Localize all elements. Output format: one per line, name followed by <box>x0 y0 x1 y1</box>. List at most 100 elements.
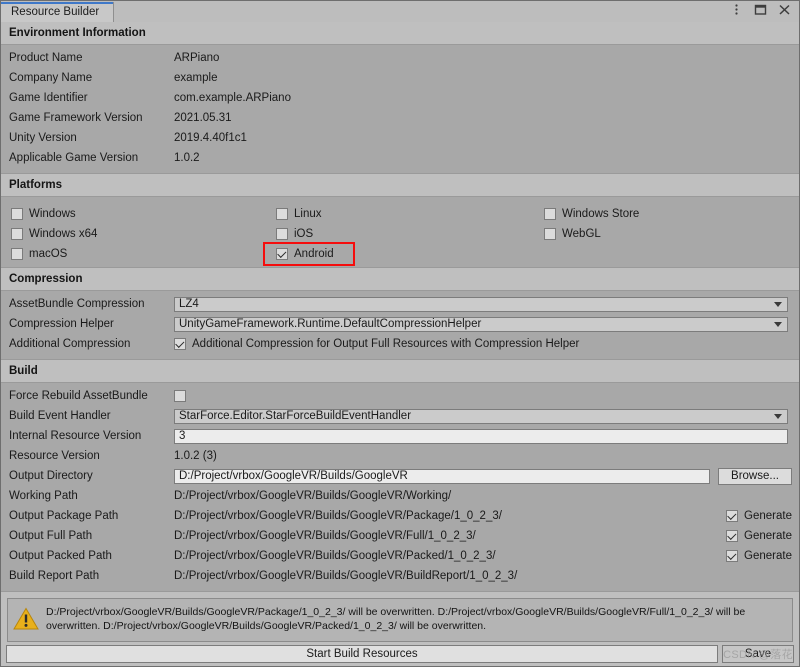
platform-checkbox-box[interactable] <box>11 248 23 260</box>
more-menu-icon[interactable] <box>730 3 743 16</box>
build-path-value: D:/Project/vrbox/GoogleVR/Builds/GoogleV… <box>174 570 518 582</box>
platform-checkbox-box[interactable] <box>11 208 23 220</box>
generate-checkbox[interactable] <box>726 550 739 562</box>
platform-checkbox-box[interactable] <box>544 208 556 220</box>
generate-checkbox[interactable] <box>726 530 739 542</box>
internal-resource-version-label: Internal Resource Version <box>9 430 142 442</box>
additional-compression-label: Additional Compression <box>9 338 131 350</box>
build-path-row: Build Report Path D:/Project/vrbox/Google… <box>1 566 799 586</box>
platforms-grid: Windows Windows x64 macOS Linux iOS Android Wi… <box>1 200 799 266</box>
build-section-body: Force Rebuild AssetBundle Build Event Ha… <box>1 382 799 592</box>
browse-button-label: Browse... <box>731 470 779 482</box>
environment-row: Company Name example <box>1 68 799 88</box>
output-directory-row: Output Directory D:/Project/vrbox/Google… <box>1 466 799 486</box>
build-path-label: Output Package Path <box>9 510 119 522</box>
environment-row-label: Game Framework Version <box>9 112 143 124</box>
platform-checkbox-windows-store[interactable]: Windows Store <box>544 205 639 223</box>
platform-checkbox-box[interactable] <box>544 228 556 240</box>
build-path-row: Working Path D:/Project/vrbox/GoogleVR/Bu… <box>1 486 799 506</box>
platform-label: Windows <box>29 208 76 220</box>
warning-triangle-icon <box>13 607 39 630</box>
platform-label: Android <box>294 248 334 260</box>
generate-checkbox[interactable] <box>726 510 739 522</box>
compression-helper-row: Compression Helper UnityGameFramework.Ru… <box>1 314 799 334</box>
compression-section-title: Compression <box>1 268 799 290</box>
platform-checkbox-linux[interactable]: Linux <box>276 205 322 223</box>
warning-box: D:/Project/vrbox/GoogleVR/Builds/GoogleV… <box>7 598 793 642</box>
environment-row-label: Unity Version <box>9 132 77 144</box>
build-path-label: Output Packed Path <box>9 550 112 562</box>
platform-checkbox-macos[interactable]: macOS <box>11 245 67 263</box>
resource-version-value: 1.0.2 (3) <box>174 450 217 462</box>
browse-button[interactable]: Browse... <box>718 467 792 485</box>
footer-bar: Start Build Resources Save CSDN @落花 <box>1 642 799 666</box>
additional-compression-row: Additional Compression Additional Compre… <box>1 334 799 354</box>
build-event-handler-dropdown[interactable]: StarForce.Editor.StarForceBuildEventHand… <box>174 408 788 424</box>
platform-checkbox-windows-x64[interactable]: Windows x64 <box>11 225 97 243</box>
build-path-label: Output Full Path <box>9 530 93 542</box>
platform-label: Linux <box>294 208 322 220</box>
build-event-handler-row: Build Event Handler StarForce.Editor.Sta… <box>1 406 799 426</box>
build-path-row: Output Full Path D:/Project/vrbox/GoogleV… <box>1 526 799 546</box>
environment-row: Product Name ARPiano <box>1 48 799 68</box>
assetbundle-compression-dropdown[interactable]: LZ4 <box>174 296 788 312</box>
environment-row-value: example <box>174 72 218 84</box>
start-build-resources-button[interactable]: Start Build Resources <box>6 645 718 663</box>
environment-row: Game Identifier com.example.ARPiano <box>1 88 799 108</box>
save-button[interactable]: Save CSDN @落花 <box>722 645 794 663</box>
additional-compression-toggle[interactable]: Additional Compression for Output Full R… <box>174 338 579 350</box>
environment-row: Applicable Game Version 1.0.2 <box>1 148 799 168</box>
generate-toggle[interactable]: Generate <box>726 550 792 562</box>
environment-row-value: 2019.4.40f1c1 <box>174 132 247 144</box>
platform-checkbox-android[interactable]: Android <box>276 245 334 263</box>
resource-version-label: Resource Version <box>9 450 100 462</box>
build-path-value: D:/Project/vrbox/GoogleVR/Builds/GoogleV… <box>174 510 502 522</box>
platforms-section-title: Platforms <box>1 174 799 196</box>
environment-section-body: Product Name ARPiano Company Name example Ga… <box>1 44 799 174</box>
platform-label: iOS <box>294 228 314 240</box>
close-icon[interactable] <box>778 3 791 16</box>
environment-row-value: 1.0.2 <box>174 152 200 164</box>
generate-toggle[interactable]: Generate <box>726 530 792 542</box>
build-path-row: Output Package Path D:/Project/vrbox/Goog… <box>1 506 799 526</box>
force-rebuild-row: Force Rebuild AssetBundle <box>1 386 799 406</box>
build-path-value: D:/Project/vrbox/GoogleVR/Builds/GoogleV… <box>174 550 496 562</box>
compression-helper-dropdown[interactable]: UnityGameFramework.Runtime.DefaultCompre… <box>174 316 788 332</box>
platform-checkbox-webgl[interactable]: WebGL <box>544 225 601 243</box>
generate-toggle[interactable]: Generate <box>726 510 792 522</box>
platform-checkbox-box[interactable] <box>276 228 288 240</box>
tab-label: Resource Builder <box>11 6 100 18</box>
generate-label: Generate <box>744 510 792 522</box>
assetbundle-compression-row: AssetBundle Compression LZ4 <box>1 294 799 314</box>
build-event-handler-value: StarForce.Editor.StarForceBuildEventHand… <box>179 410 412 422</box>
tab-resource-builder[interactable]: Resource Builder <box>1 2 115 22</box>
force-rebuild-label: Force Rebuild AssetBundle <box>9 390 148 402</box>
resource-builder-window: Resource Builder Environment Information… <box>0 0 800 667</box>
platform-label: WebGL <box>562 228 601 240</box>
environment-row: Unity Version 2019.4.40f1c1 <box>1 128 799 148</box>
platform-checkbox-box[interactable] <box>276 208 288 220</box>
platform-checkbox-ios[interactable]: iOS <box>276 225 313 243</box>
force-rebuild-checkbox[interactable] <box>174 390 186 402</box>
internal-resource-version-input[interactable]: 3 <box>174 428 788 444</box>
platform-checkbox-windows[interactable]: Windows <box>11 205 76 223</box>
build-path-value: D:/Project/vrbox/GoogleVR/Builds/GoogleV… <box>174 490 452 502</box>
platform-checkbox-box[interactable] <box>11 228 23 240</box>
output-directory-label: Output Directory <box>9 470 93 482</box>
window-titlebar: Resource Builder <box>1 1 799 22</box>
additional-compression-text: Additional Compression for Output Full R… <box>192 338 580 350</box>
environment-row-label: Applicable Game Version <box>9 152 139 164</box>
environment-row-label: Company Name <box>9 72 93 84</box>
additional-compression-checkbox[interactable] <box>174 338 186 350</box>
platform-label: Windows x64 <box>29 228 98 240</box>
generate-label: Generate <box>744 550 792 562</box>
platforms-section-body: Windows Windows x64 macOS Linux iOS Android Wi… <box>1 196 799 268</box>
platform-checkbox-box[interactable] <box>276 248 288 260</box>
output-directory-input[interactable]: D:/Project/vrbox/GoogleVR/Builds/GoogleV… <box>174 468 710 484</box>
build-path-rows: Working Path D:/Project/vrbox/GoogleVR/Bu… <box>1 486 799 586</box>
maximize-icon[interactable] <box>754 3 767 16</box>
build-path-label: Working Path <box>9 490 78 502</box>
window-controls <box>730 1 799 22</box>
resource-version-row: Resource Version 1.0.2 (3) <box>1 446 799 466</box>
environment-row-value: com.example.ARPiano <box>174 92 291 104</box>
